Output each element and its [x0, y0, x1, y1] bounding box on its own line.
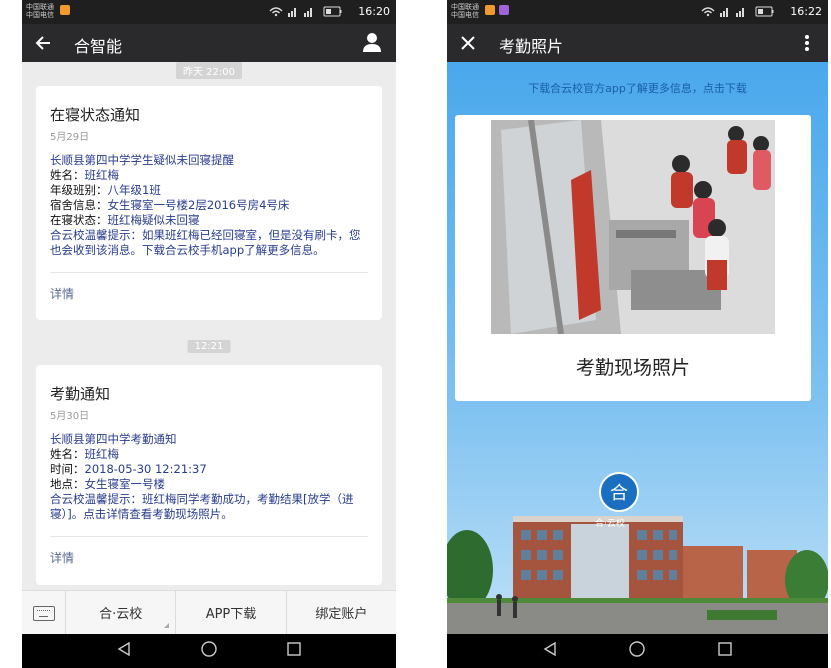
field-row: 在寝状态：班红梅疑似未回寝	[50, 213, 368, 228]
card-body: 长顺县第四中学学生疑似未回寝提醒 姓名：班红梅 年级班别：八年级1班 宿舍信息：…	[50, 153, 368, 258]
more-vertical-icon[interactable]	[804, 31, 810, 60]
title-bar: 考勤照片	[447, 24, 828, 62]
android-nav-bar	[447, 634, 828, 668]
field-value: 女生寝室一号楼	[84, 477, 166, 491]
card-heading: 长顺县第四中学考勤通知	[50, 432, 177, 446]
android-nav-bar	[22, 634, 396, 668]
field-value: 八年级1班	[107, 183, 161, 197]
nav-recent-icon[interactable]	[286, 641, 302, 661]
nav-home-icon[interactable]	[628, 640, 646, 662]
timestamp: 12:21	[187, 340, 231, 353]
photo-caption: 考勤现场照片	[575, 357, 690, 379]
carrier-labels: 中国联通 中国电信	[451, 3, 479, 19]
field-label: 年级班别：	[50, 183, 108, 197]
keyboard-toggle[interactable]	[22, 591, 66, 635]
status-bar: 中国联通 中国电信 16:22	[447, 0, 828, 24]
menu-item-heyunxiao[interactable]: 合·云校	[66, 591, 177, 634]
menu-label: APP下载	[205, 607, 257, 622]
notification-app-icon	[485, 5, 495, 15]
page-title: 考勤照片	[499, 37, 564, 56]
signal-wifi-battery-icons	[268, 5, 348, 20]
notification-app-icon	[60, 5, 70, 15]
carrier-1: 中国联通	[451, 3, 479, 11]
carrier-labels: 中国联通 中国电信	[26, 3, 54, 19]
title-bar: 合智能	[22, 24, 396, 62]
menu-label: 合·云校	[99, 607, 143, 622]
field-row: 地点：女生寝室一号楼	[50, 477, 368, 492]
field-row: 时间：2018-05-30 12:21:37	[50, 462, 368, 477]
field-label: 地点：	[50, 477, 85, 491]
message-card-dorm-status[interactable]: 在寝状态通知 5月29日 长顺县第四中学学生疑似未回寝提醒 姓名：班红梅 年级班…	[36, 86, 382, 320]
back-arrow-icon[interactable]	[34, 31, 52, 60]
chat-screen: 中国联通 中国电信 16:20 合智能 昨天 22:00 在寝状态通知 5月29…	[22, 0, 396, 668]
logo-text: 合·云校	[595, 519, 625, 529]
keyboard-icon	[32, 605, 55, 621]
submenu-corner-icon	[164, 623, 170, 628]
field-value: 班红梅	[84, 168, 120, 182]
nav-back-icon[interactable]	[542, 641, 558, 661]
field-row: 宿舍信息：女生寝室一号楼2层2016号房4号床	[50, 198, 368, 213]
field-row: 姓名：班红梅	[50, 447, 368, 462]
field-value: 班红梅疑似未回寝	[107, 213, 200, 227]
status-time: 16:20	[358, 5, 390, 18]
nav-recent-icon[interactable]	[717, 641, 733, 661]
card-body: 长顺县第四中学考勤通知 姓名：班红梅 时间：2018-05-30 12:21:3…	[50, 432, 368, 522]
photo-screen: 中国联通 中国电信 16:22 考勤照片 下载合云校官方app了解更多信息，点击…	[447, 0, 828, 668]
detail-link[interactable]: 详情	[50, 537, 368, 580]
field-label: 姓名：	[50, 168, 85, 182]
profile-icon[interactable]	[362, 31, 382, 58]
field-value: 2018-05-30 12:21:37	[84, 462, 207, 476]
field-label: 姓名：	[50, 447, 85, 461]
card-title: 考勤通知	[50, 385, 111, 403]
field-value: 女生寝室一号楼2层2016号房4号床	[107, 198, 290, 212]
card-date: 5月29日	[50, 132, 90, 143]
campus-illustration: 合	[447, 450, 828, 634]
status-time: 16:22	[790, 5, 822, 18]
card-tip: 合云校温馨提示：如果班红梅已经回寝室，但是没有刷卡，您也会收到该消息。下载合云校…	[50, 228, 361, 257]
field-row: 年级班别：八年级1班	[50, 183, 368, 198]
nav-back-icon[interactable]	[116, 641, 132, 661]
message-list[interactable]: 昨天 22:00 在寝状态通知 5月29日 长顺县第四中学学生疑似未回寝提醒 姓…	[22, 62, 396, 590]
card-date: 5月30日	[50, 411, 90, 422]
notification-app-icon-2	[499, 5, 509, 15]
field-label: 宿舍信息：	[50, 198, 108, 212]
carrier-2: 中国电信	[26, 11, 54, 19]
card-tip: 合云校温馨提示：班红梅同学考勤成功，考勤结果[放学（进寝）]。点击详情查看考勤现…	[50, 492, 354, 521]
status-bar: 中国联通 中国电信 16:20	[22, 0, 396, 24]
message-card-attendance[interactable]: 考勤通知 5月30日 长顺县第四中学考勤通知 姓名：班红梅 时间：2018-05…	[36, 365, 382, 585]
field-value: 班红梅	[84, 447, 120, 461]
chat-title: 合智能	[74, 37, 123, 56]
field-label: 时间：	[50, 462, 85, 476]
card-heading: 长顺县第四中学学生疑似未回寝提醒	[50, 153, 234, 167]
close-icon[interactable]	[459, 31, 477, 60]
detail-link[interactable]: 详情	[50, 273, 368, 316]
carrier-2: 中国电信	[451, 11, 479, 19]
card-title: 在寝状态通知	[50, 106, 141, 124]
photo-card: 考勤现场照片	[455, 115, 811, 401]
bottom-menu-bar: 合·云校 APP下载 绑定账户	[22, 590, 396, 635]
nav-home-icon[interactable]	[200, 640, 218, 662]
menu-label: 绑定账户	[315, 607, 368, 622]
menu-item-app-download[interactable]: APP下载	[176, 591, 287, 634]
carrier-1: 中国联通	[26, 3, 54, 11]
attendance-photo[interactable]	[491, 120, 775, 334]
logo-glyph: 合	[610, 483, 628, 504]
menu-item-bind-account[interactable]: 绑定账户	[287, 591, 396, 634]
field-row: 姓名：班红梅	[50, 168, 368, 183]
signal-wifi-battery-icons	[700, 5, 780, 20]
timestamp: 昨天 22:00	[176, 62, 242, 79]
download-banner-link[interactable]: 下载合云校官方app了解更多信息，点击下载	[447, 80, 828, 96]
field-label: 在寝状态：	[50, 213, 108, 227]
